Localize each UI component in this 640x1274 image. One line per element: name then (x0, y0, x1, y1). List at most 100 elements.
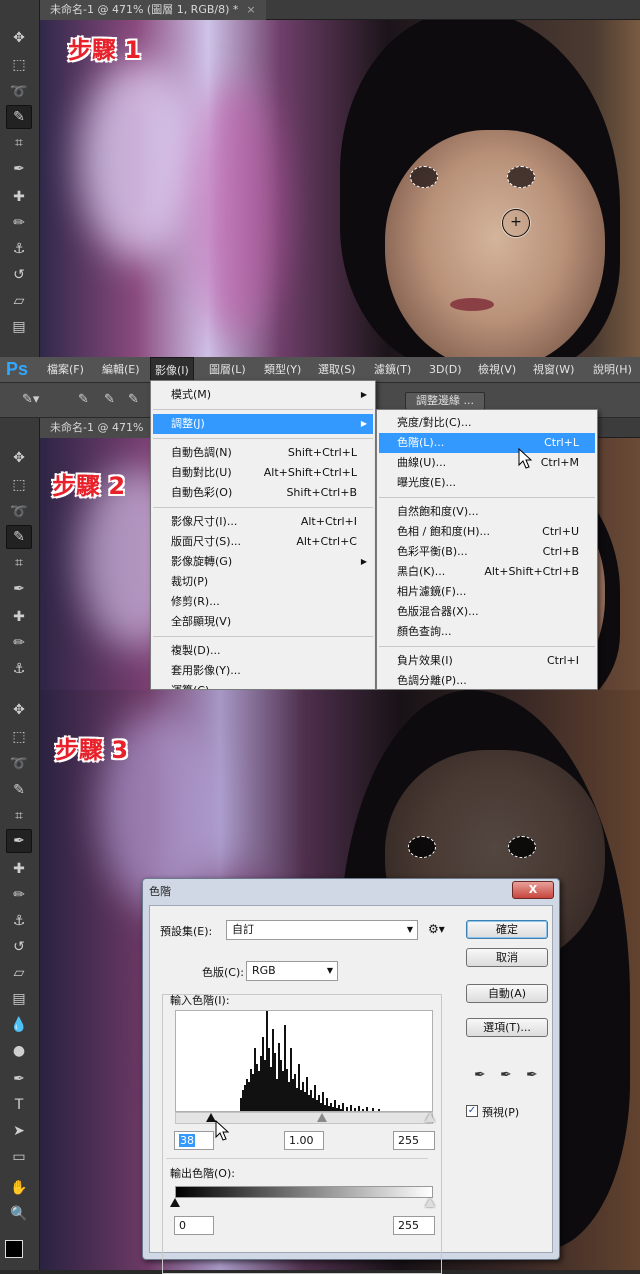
adjust-item[interactable]: 色階(L)... Ctrl+L (379, 433, 595, 453)
move-tool-icon[interactable]: ✥ (6, 26, 32, 50)
image-item[interactable]: 裁切(P) (153, 572, 373, 592)
gradient-tool-icon[interactable]: ▤ (6, 987, 32, 1011)
path-selection-icon[interactable]: ➤ (6, 1119, 32, 1143)
pen-tool-icon[interactable]: ✒ (6, 1067, 32, 1091)
move-tool-icon[interactable]: ✥ (6, 446, 32, 470)
move-tool-icon[interactable]: ✥ (6, 698, 32, 722)
brush-tool-icon[interactable]: ✏ (6, 883, 32, 907)
black-eyedropper-icon[interactable]: ✒ (474, 1067, 486, 1083)
crop-tool-icon[interactable]: ⌗ (6, 551, 32, 575)
menu-window[interactable]: 視窗(W) (533, 357, 574, 383)
image-item[interactable]: 調整(J) ▶ (153, 414, 373, 434)
input-black-field[interactable]: 38 (174, 1131, 214, 1150)
preset-settings-icon[interactable]: ⚙▾ (428, 922, 445, 936)
output-white-field[interactable]: 255 (393, 1216, 435, 1235)
white-eyedropper-icon[interactable]: ✒ (526, 1067, 538, 1083)
adjust-item[interactable]: 亮度/對比(C)... (379, 413, 595, 433)
input-gamma-slider[interactable] (317, 1113, 327, 1122)
image-item[interactable]: 影像旋轉(G) ▶ (153, 552, 373, 572)
stamp-tool-icon[interactable]: ⚓ (6, 909, 32, 933)
menu-3d[interactable]: 3D(D) (429, 357, 462, 383)
refine-edge-button[interactable]: 調整邊緣 ... (405, 392, 485, 410)
eraser-tool-icon[interactable]: ▱ (6, 961, 32, 985)
menu-filter[interactable]: 濾鏡(T) (374, 357, 411, 383)
healing-tool-icon[interactable]: ✚ (6, 605, 32, 629)
close-icon[interactable]: × (246, 3, 255, 16)
type-tool-icon[interactable]: T (6, 1093, 32, 1117)
image-item[interactable]: 模式(M) ▶ (153, 385, 373, 405)
image-item[interactable]: 套用影像(Y)... (153, 661, 373, 681)
image-item[interactable]: 複製(D)... (153, 641, 373, 661)
tool-preset-icon[interactable]: ✎▾ (22, 392, 39, 407)
output-black-field[interactable]: 0 (174, 1216, 214, 1235)
crop-tool-icon[interactable]: ⌗ (6, 804, 32, 828)
lasso-tool-icon[interactable]: ➰ (6, 80, 32, 104)
cancel-button[interactable]: 取消 (466, 948, 548, 967)
subtract-selection-icon[interactable]: ✎ (128, 392, 139, 407)
document-tab[interactable]: 未命名-1 @ 471% (40, 418, 154, 438)
channel-select[interactable]: RGB ▼ (246, 961, 338, 981)
ok-button[interactable]: 確定 (466, 920, 548, 939)
eyedropper-tool-icon[interactable]: ✒ (6, 157, 32, 181)
quick-selection-tool-icon[interactable]: ✎ (6, 105, 32, 129)
brush-tool-icon[interactable]: ✏ (6, 631, 32, 655)
menu-file[interactable]: 檔案(F) (47, 357, 84, 383)
output-white-slider[interactable] (425, 1198, 435, 1207)
zoom-tool-icon[interactable]: 🔍 (6, 1202, 32, 1226)
gradient-tool-icon[interactable]: ▤ (6, 315, 32, 339)
gray-eyedropper-icon[interactable]: ✒ (500, 1067, 512, 1083)
add-selection-icon[interactable]: ✎ (104, 392, 115, 407)
dialog-close-button[interactable]: X (512, 881, 554, 899)
image-item[interactable]: 修剪(R)... (153, 592, 373, 612)
input-white-slider[interactable] (425, 1113, 435, 1122)
history-brush-icon[interactable]: ↺ (6, 263, 32, 287)
adjust-item[interactable]: 色版混合器(X)... (379, 602, 595, 622)
marquee-tool-icon[interactable]: ⬚ (6, 473, 32, 497)
adjust-item[interactable]: 色相 / 飽和度(H)... Ctrl+U (379, 522, 595, 542)
input-gamma-field[interactable]: 1.00 (284, 1131, 324, 1150)
eraser-tool-icon[interactable]: ▱ (6, 289, 32, 313)
adjust-item[interactable]: 曝光度(E)... (379, 473, 595, 493)
adjust-item[interactable]: 相片濾鏡(F)... (379, 582, 595, 602)
rectangle-tool-icon[interactable]: ▭ (6, 1145, 32, 1169)
output-black-slider[interactable] (170, 1198, 180, 1207)
adjust-item[interactable]: 黑白(K)... Alt+Shift+Ctrl+B (379, 562, 595, 582)
lasso-tool-icon[interactable]: ➰ (6, 500, 32, 524)
adjust-item[interactable]: 自然飽和度(V)... (379, 502, 595, 522)
quick-selection-tool-icon[interactable]: ✎ (6, 778, 32, 802)
preview-checkbox[interactable]: ✓ (466, 1105, 478, 1117)
lasso-tool-icon[interactable]: ➰ (6, 752, 32, 776)
foreground-color-swatch[interactable] (5, 1240, 23, 1258)
quick-selection-tool-icon[interactable]: ✎ (6, 525, 32, 549)
image-item[interactable]: 全部顯現(V) (153, 612, 373, 632)
image-item[interactable]: 自動色彩(O) Shift+Ctrl+B (153, 483, 373, 503)
input-white-field[interactable]: 255 (393, 1131, 435, 1150)
options-button[interactable]: 選項(T)... (466, 1018, 548, 1037)
crop-tool-icon[interactable]: ⌗ (6, 131, 32, 155)
adjust-item[interactable]: 色調分離(P)... (379, 671, 595, 689)
stamp-tool-icon[interactable]: ⚓ (6, 237, 32, 261)
image-item[interactable]: 自動色調(N) Shift+Ctrl+L (153, 443, 373, 463)
adjust-item[interactable]: 顏色查詢... (379, 622, 595, 642)
adjust-item[interactable]: 色彩平衡(B)... Ctrl+B (379, 542, 595, 562)
marquee-tool-icon[interactable]: ⬚ (6, 725, 32, 749)
image-item[interactable]: 影像尺寸(I)... Alt+Ctrl+I (153, 512, 373, 532)
healing-tool-icon[interactable]: ✚ (6, 185, 32, 209)
adjust-item[interactable]: 負片效果(I) Ctrl+I (379, 651, 595, 671)
image-item[interactable]: 版面尺寸(S)... Alt+Ctrl+C (153, 532, 373, 552)
auto-button[interactable]: 自動(A) (466, 984, 548, 1003)
new-selection-icon[interactable]: ✎ (78, 392, 89, 407)
blur-tool-icon[interactable]: 💧 (6, 1013, 32, 1037)
document-tab[interactable]: 未命名-1 @ 471% (圖層 1, RGB/8) * × (40, 0, 266, 20)
image-item[interactable]: 自動對比(U) Alt+Shift+Ctrl+L (153, 463, 373, 483)
dodge-tool-icon[interactable]: ● (6, 1039, 32, 1063)
eyedropper-tool-icon[interactable]: ✒ (6, 829, 32, 853)
menu-help[interactable]: 說明(H) (593, 357, 632, 383)
eyedropper-tool-icon[interactable]: ✒ (6, 577, 32, 601)
image-item[interactable]: 運算(C)... (153, 681, 373, 689)
preset-select[interactable]: 自訂 ▼ (226, 920, 418, 940)
history-brush-icon[interactable]: ↺ (6, 935, 32, 959)
brush-tool-icon[interactable]: ✏ (6, 211, 32, 235)
menu-edit[interactable]: 編輯(E) (102, 357, 140, 383)
stamp-tool-icon[interactable]: ⚓ (6, 657, 32, 681)
